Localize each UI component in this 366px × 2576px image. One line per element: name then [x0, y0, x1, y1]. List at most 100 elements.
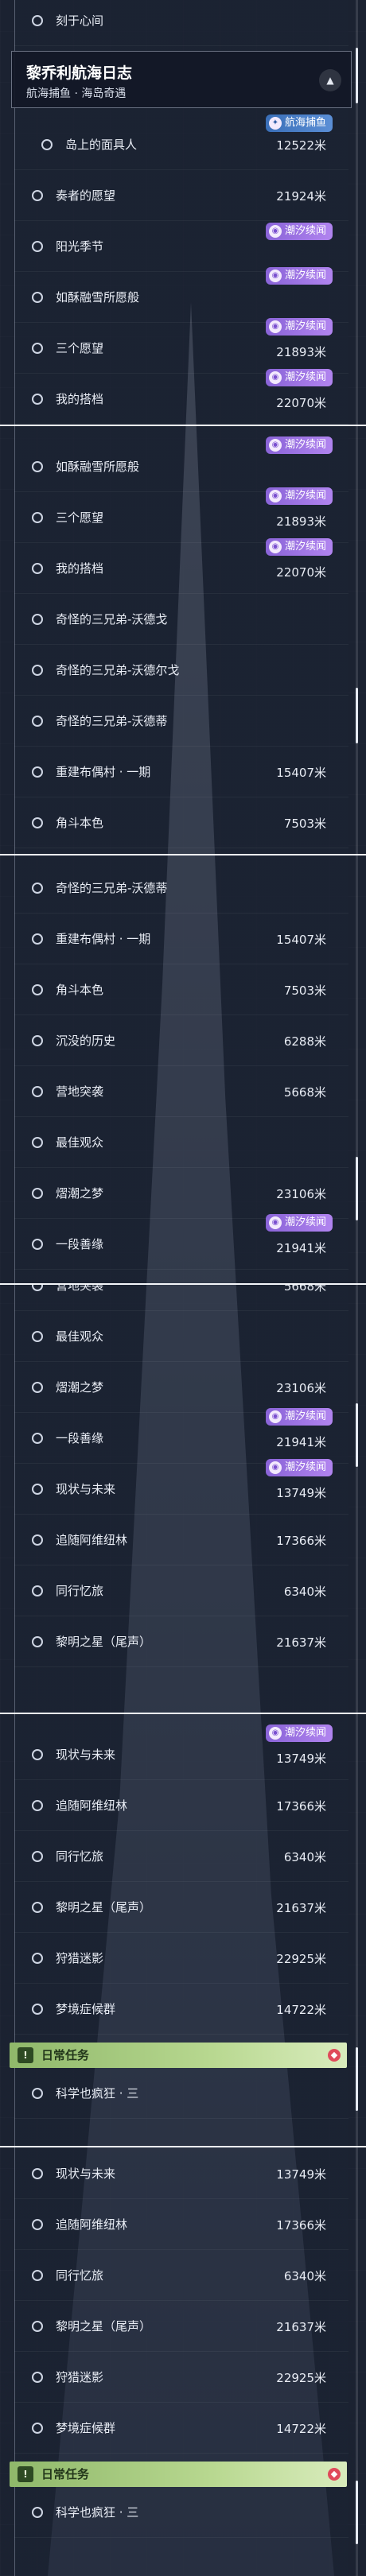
quest-radio[interactable]: [32, 1035, 43, 1046]
quest-radio[interactable]: [32, 2168, 43, 2179]
quest-row[interactable]: ◉ 潮汐续闻 我的搭档 22070米: [14, 369, 348, 425]
scrollbar[interactable]: [356, 1284, 358, 1713]
quest-radio[interactable]: [32, 1239, 43, 1250]
quest-row[interactable]: 熠潮之梦 23106米: [14, 1362, 348, 1413]
quest-row[interactable]: 科学也疯狂 · 三: [14, 2068, 348, 2119]
quest-row[interactable]: 最佳观众: [14, 1117, 348, 1168]
quest-row[interactable]: 同行忆旅 6340米: [14, 1565, 348, 1616]
quest-radio[interactable]: [32, 614, 43, 625]
quest-radio[interactable]: [32, 2004, 43, 2015]
quest-row[interactable]: ◉ 潮汐续闻 阳光季节: [14, 221, 348, 272]
quest-row[interactable]: 追随阿维纽林 17366米: [14, 1515, 348, 1565]
quest-radio[interactable]: [32, 1382, 43, 1393]
quest-row[interactable]: 角斗本色 7503米: [14, 797, 348, 848]
quest-radio[interactable]: [32, 1137, 43, 1148]
quest-radio[interactable]: [32, 563, 43, 574]
quest-radio[interactable]: [32, 1851, 43, 1862]
quest-radio[interactable]: [32, 1433, 43, 1444]
quest-radio[interactable]: [32, 1188, 43, 1199]
scrollbar[interactable]: [356, 855, 358, 1284]
quest-radio[interactable]: [32, 2372, 43, 2383]
quest-radio[interactable]: [32, 665, 43, 676]
quest-radio[interactable]: [32, 1800, 43, 1811]
quest-radio[interactable]: [32, 817, 43, 828]
quest-row[interactable]: 奇怪的三兄弟-沃德尔戈: [14, 645, 348, 696]
quest-radio[interactable]: [32, 883, 43, 894]
quest-row[interactable]: ◉ 潮汐续闻 三个愿望 21893米: [14, 487, 348, 543]
quest-row[interactable]: 重建布偶村 · 一期 15407米: [14, 914, 348, 964]
quest-radio[interactable]: [32, 461, 43, 472]
quest-radio[interactable]: [32, 1636, 43, 1647]
quest-radio[interactable]: [32, 2270, 43, 2281]
quest-radio[interactable]: [32, 512, 43, 523]
quest-row[interactable]: ◉ 潮汐续闻 一段善缘 21941米: [14, 1408, 348, 1464]
quest-radio[interactable]: [32, 2321, 43, 2332]
quest-row[interactable]: 狩猎迷影 22925米: [14, 2352, 348, 2403]
quest-row[interactable]: 梦境症候群 14722米: [14, 2403, 348, 2454]
quest-row[interactable]: 最佳观众: [14, 1311, 348, 1362]
quest-row[interactable]: 现状与未来 13749米: [14, 2148, 348, 2199]
scrollbar[interactable]: [356, 2147, 358, 2576]
quest-row[interactable]: ◉ 潮汐续闻 如酥融雪所愿般: [14, 267, 348, 323]
quest-row[interactable]: 奇怪的三兄弟-沃德蒂: [14, 863, 348, 914]
quest-radio[interactable]: [32, 1902, 43, 1913]
quest-row[interactable]: ✦ 航海捕鱼 岛上的面具人 12522米: [14, 114, 348, 170]
quest-row[interactable]: 科学也疯狂 · 三: [14, 2487, 348, 2538]
quest-row[interactable]: ◉ 潮汐续闻 现状与未来 13749米: [14, 1459, 348, 1515]
quest-radio[interactable]: [32, 241, 43, 252]
quest-radio[interactable]: [32, 292, 43, 303]
scrollbar[interactable]: [356, 425, 358, 855]
quest-row[interactable]: 黎明之星（尾声） 21637米: [14, 2301, 348, 2352]
quest-row[interactable]: 追随阿维纽林 17366米: [14, 1780, 348, 1831]
quest-row[interactable]: 重建布偶村 · 一期 15407米: [14, 747, 348, 797]
quest-row[interactable]: 梦境症候群 14722米: [14, 1984, 348, 2035]
scrollbar[interactable]: [356, 0, 358, 425]
quest-row[interactable]: 沉没的历史 6288米: [14, 1015, 348, 1066]
quest-radio[interactable]: [32, 1534, 43, 1546]
quest-radio[interactable]: [32, 766, 43, 778]
quest-radio[interactable]: [32, 1284, 43, 1291]
quest-radio[interactable]: [32, 2088, 43, 2099]
quest-radio[interactable]: [41, 139, 53, 150]
quest-radio[interactable]: [32, 1484, 43, 1495]
quest-radio[interactable]: [32, 2507, 43, 2518]
quest-radio[interactable]: [32, 1585, 43, 1596]
quest-radio[interactable]: [32, 1953, 43, 1964]
quest-row[interactable]: 狩猎迷影 22925米: [14, 1933, 348, 1984]
quest-radio[interactable]: [32, 190, 43, 201]
quest-row[interactable]: 黎明之星（尾声） 21637米: [14, 1882, 348, 1933]
quest-row[interactable]: 角斗本色 7503米: [14, 964, 348, 1015]
triangle-up-icon[interactable]: ▲: [319, 69, 341, 91]
quest-radio[interactable]: [32, 2219, 43, 2230]
quest-radio[interactable]: [32, 343, 43, 354]
quest-radio[interactable]: [32, 1331, 43, 1342]
quest-row[interactable]: ◉ 潮汐续闻 一段善缘 21941米: [14, 1214, 348, 1270]
scrollbar[interactable]: [356, 1713, 358, 2147]
quest-row[interactable]: ◉ 潮汐续闻 现状与未来 13749米: [14, 1724, 348, 1780]
daily-task-header[interactable]: ! 日常任务 ◆: [10, 2043, 347, 2068]
quest-radio[interactable]: [32, 1749, 43, 1760]
quest-row[interactable]: 奇怪的三兄弟-沃德戈: [14, 594, 348, 645]
quest-radio[interactable]: [32, 984, 43, 995]
quest-row[interactable]: 奇怪的三兄弟-沃德蒂: [14, 696, 348, 747]
quest-radio[interactable]: [32, 2423, 43, 2434]
quest-row[interactable]: ◉ 潮汐续闻 如酥融雪所愿般: [14, 436, 348, 492]
quest-radio[interactable]: [32, 15, 43, 26]
quest-radio[interactable]: [32, 1086, 43, 1097]
quest-row[interactable]: 黎明之星（尾声） 21637米: [14, 1616, 348, 1667]
quest-row[interactable]: ◉ 潮汐续闻 我的搭档 22070米: [14, 538, 348, 594]
quest-radio[interactable]: [32, 933, 43, 945]
chapter-header[interactable]: 黎乔利航海日志 航海捕鱼 · 海岛奇遇 ▲: [11, 51, 352, 108]
quest-row[interactable]: 追随阿维纽林 17366米: [14, 2199, 348, 2250]
quest-row[interactable]: 营地突袭 5668米: [14, 1066, 348, 1117]
quest-radio[interactable]: [32, 716, 43, 727]
quest-row[interactable]: 营地突袭 5668米: [14, 1284, 348, 1311]
daily-task-header[interactable]: ! 日常任务 ◆: [10, 2462, 347, 2487]
quest-row[interactable]: 熠潮之梦 23106米: [14, 1168, 348, 1219]
quest-row[interactable]: 同行忆旅 6340米: [14, 1831, 348, 1882]
quest-row[interactable]: 刻于心间: [14, 0, 348, 46]
quest-row[interactable]: 奏者的愿望 21924米: [14, 170, 348, 221]
quest-row[interactable]: 同行忆旅 6340米: [14, 2250, 348, 2301]
quest-radio[interactable]: [32, 394, 43, 405]
quest-row[interactable]: ◉ 潮汐续闻 三个愿望 21893米: [14, 318, 348, 374]
